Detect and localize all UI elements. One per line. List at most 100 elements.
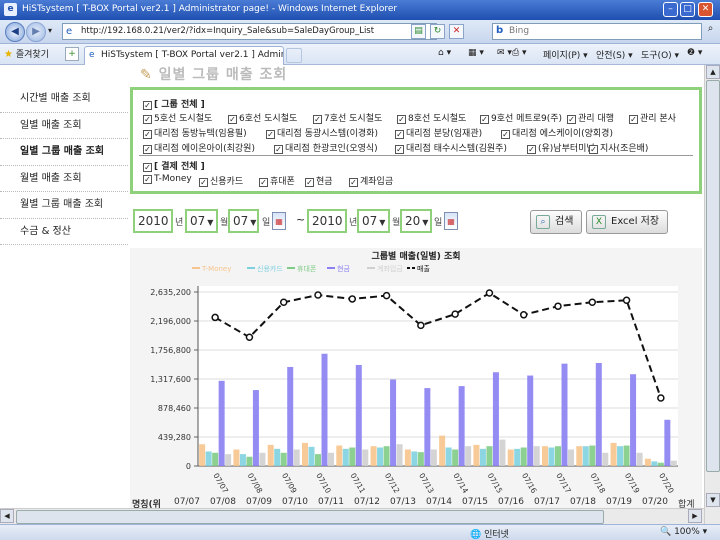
search-button[interactable]: ⌕ 검색 xyxy=(530,210,583,234)
group-option[interactable]: ✓ 대리점 동방뉴텍(임용필) xyxy=(143,126,247,139)
sidebar-item-daily-group-sales[interactable]: 일별 그룹 매출 조회 xyxy=(0,139,128,166)
checkbox[interactable]: ✓ xyxy=(527,145,536,154)
group-option[interactable]: ✓ 대리점 태수시스템(김원주) xyxy=(395,141,507,154)
command-safety[interactable]: 안전(S) ▾ xyxy=(596,48,633,61)
command-page[interactable]: 페이지(P) ▾ xyxy=(543,48,588,61)
group-option[interactable]: ✓ 관리 대행 xyxy=(567,111,614,124)
x-tick-label: 07/09 xyxy=(280,472,299,495)
checkbox[interactable]: ✓ xyxy=(501,130,510,139)
payment-option[interactable]: ✓ 휴대폰 xyxy=(259,174,295,187)
group-option[interactable]: ✓ 대리점 한광코인(오영식) xyxy=(274,141,378,154)
to-year-field[interactable]: 2010 xyxy=(307,209,347,233)
back-button[interactable]: ◀ xyxy=(5,22,25,42)
group-option[interactable]: ✓ 대리점 분당(임재관) xyxy=(395,126,482,139)
checkbox[interactable]: ✓ xyxy=(274,145,283,154)
sidebar-item-collection-settlement[interactable]: 수금 & 정산 xyxy=(0,219,128,245)
checkbox[interactable]: ✓ xyxy=(349,178,358,187)
browser-tab[interactable]: e HiSTsystem [ T-BOX Portal ver2.1 ] Adm… xyxy=(84,46,284,65)
group-option[interactable]: ✓ 5호선 도시철도 xyxy=(143,111,212,124)
checkbox[interactable]: ✓ xyxy=(143,163,152,172)
command-tools[interactable]: 도구(O) ▾ xyxy=(641,48,679,61)
group-option[interactable]: ✓ 6호선 도시철도 xyxy=(228,111,297,124)
scroll-down-arrow[interactable]: ▼ xyxy=(706,493,720,507)
checkbox[interactable]: ✓ xyxy=(143,175,152,184)
vertical-scrollbar[interactable]: ▲ ▼ xyxy=(704,65,720,524)
group-option[interactable]: ✓ 대리점 에스케이이(양회경) xyxy=(501,126,613,139)
maximize-button[interactable]: □ xyxy=(680,2,695,17)
from-day-select[interactable]: 07 ▼ xyxy=(228,209,259,233)
horizontal-scroll-thumb[interactable] xyxy=(16,510,604,524)
table-header-cell: 07/20 xyxy=(642,497,668,507)
close-window-button[interactable]: ✕ xyxy=(698,2,713,17)
vertical-scroll-thumb[interactable] xyxy=(706,80,720,472)
group-all-option[interactable]: ✓[ 그룹 전체 ] xyxy=(143,97,205,110)
checkbox[interactable]: ✓ xyxy=(397,115,406,124)
compat-view-icon[interactable]: ▤ xyxy=(411,24,426,39)
checkbox[interactable]: ✓ xyxy=(480,115,489,124)
payment-option[interactable]: ✓ 신용카드 xyxy=(199,174,243,187)
checkbox[interactable]: ✓ xyxy=(199,178,208,187)
home-icon[interactable]: ⌂ ▾ xyxy=(438,48,451,58)
minimize-button[interactable]: – xyxy=(663,2,678,17)
to-month-select[interactable]: 07 ▼ xyxy=(357,209,390,233)
checkbox[interactable]: ✓ xyxy=(228,115,237,124)
stop-icon[interactable]: ✕ xyxy=(449,24,464,39)
scroll-left-arrow[interactable]: ◀ xyxy=(0,509,14,523)
group-option[interactable]: ✓ 대리점 에이온아이(최강원) xyxy=(143,141,255,154)
sidebar-item-monthly-group-sales[interactable]: 월별 그룹 매출 조회 xyxy=(0,192,128,219)
feeds-icon[interactable]: ▦ ▾ xyxy=(468,48,484,58)
checkbox[interactable]: ✓ xyxy=(395,130,404,139)
payment-option[interactable]: ✓ T-Money xyxy=(143,174,192,184)
bar-T-Money xyxy=(370,446,377,466)
sidebar-item-hourly-sales[interactable]: 시간별 매출 조회 xyxy=(0,86,128,113)
forward-button[interactable]: ▶ xyxy=(26,22,46,42)
to-day-select[interactable]: 20 ▼ xyxy=(400,209,432,233)
calendar-icon[interactable]: ▦ xyxy=(444,212,458,230)
bar-현금 xyxy=(527,375,534,466)
print-icon[interactable]: ⎙ ▾ xyxy=(512,48,527,58)
checkbox[interactable]: ✓ xyxy=(395,145,404,154)
checkbox[interactable]: ✓ xyxy=(143,115,152,124)
checkbox[interactable]: ✓ xyxy=(143,145,152,154)
horizontal-scrollbar[interactable]: ◀ ▶ xyxy=(0,508,704,524)
checkbox[interactable]: ✓ xyxy=(259,178,268,187)
group-option[interactable]: ✓ 지사(조은배) xyxy=(589,141,648,154)
sidebar-item-monthly-sales[interactable]: 월별 매출 조회 xyxy=(0,166,128,192)
search-input[interactable]: b Bing xyxy=(492,23,702,40)
refresh-icon[interactable]: ↻ xyxy=(430,24,445,39)
group-option[interactable]: ✓ 7호선 도시철도 xyxy=(313,111,382,124)
group-option[interactable]: ✓ 8호선 도시철도 xyxy=(397,111,466,124)
scroll-up-arrow[interactable]: ▲ xyxy=(706,65,720,79)
calendar-icon[interactable]: ▦ xyxy=(272,212,286,230)
history-dropdown-icon[interactable]: ▾ xyxy=(48,26,52,35)
group-option[interactable]: ✓ 대리점 동광시스템(이경화) xyxy=(266,126,378,139)
from-year-field[interactable]: 2010 xyxy=(133,209,173,233)
checkbox[interactable]: ✓ xyxy=(629,115,638,124)
group-option[interactable]: ✓ 관리 본사 xyxy=(629,111,676,124)
payment-option[interactable]: ✓ 계좌입금 xyxy=(349,174,393,187)
excel-save-button[interactable]: X Excel 저장 xyxy=(586,210,669,234)
group-option[interactable]: ✓ 9호선 메트로9(주) xyxy=(480,111,562,124)
from-month-select[interactable]: 07 ▼ xyxy=(185,209,218,233)
mail-icon[interactable]: ✉ ▾ xyxy=(497,48,512,58)
payment-all-option[interactable]: ✓[ 결제 전체 ] xyxy=(143,159,205,172)
checkbox[interactable]: ✓ xyxy=(567,115,576,124)
checkbox[interactable]: ✓ xyxy=(305,178,314,187)
favorites-button[interactable]: ★ 즐겨찾기 xyxy=(4,47,49,60)
group-option[interactable]: ✓ (유)남부터미널 xyxy=(527,141,595,154)
add-favorite-icon[interactable]: + xyxy=(65,47,79,61)
address-input[interactable]: e http://192.168.0.21/ver2/?idx=Inquiry_… xyxy=(62,23,437,40)
checkbox[interactable]: ✓ xyxy=(143,130,152,139)
search-icon[interactable]: ⌕ xyxy=(703,23,718,40)
checkbox[interactable]: ✓ xyxy=(266,130,275,139)
command-help[interactable]: ❷ ▾ xyxy=(687,48,702,58)
checkbox[interactable]: ✓ xyxy=(589,145,598,154)
bar-계좌입금 xyxy=(259,452,266,466)
payment-option[interactable]: ✓ 현금 xyxy=(305,174,333,187)
scroll-right-arrow[interactable]: ▶ xyxy=(688,509,702,523)
new-tab-button[interactable] xyxy=(286,48,302,63)
checkbox[interactable]: ✓ xyxy=(313,115,322,124)
sidebar-item-daily-sales[interactable]: 일별 매출 조회 xyxy=(0,113,128,139)
zoom-level[interactable]: 🔍 100% ▾ xyxy=(660,527,707,537)
checkbox[interactable]: ✓ xyxy=(143,101,152,110)
